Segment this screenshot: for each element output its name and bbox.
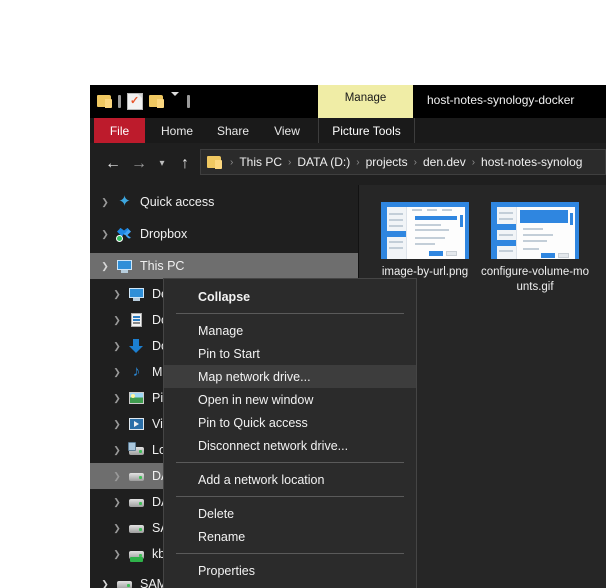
- context-menu-separator: [176, 462, 404, 463]
- tab-home[interactable]: Home: [152, 118, 202, 143]
- context-menu-item-disconnect-network-drive[interactable]: Disconnect network drive...: [164, 434, 416, 457]
- breadcrumb-item-this-pc[interactable]: This PC: [239, 155, 282, 169]
- chevron-right-icon[interactable]: ❯: [106, 523, 128, 534]
- locked-drive-icon: [128, 442, 145, 458]
- tab-picture-tools[interactable]: Picture Tools: [318, 118, 415, 143]
- tab-share[interactable]: Share: [208, 118, 258, 143]
- contextual-group-label: Manage: [344, 92, 387, 104]
- music-icon: ♪: [132, 363, 141, 380]
- back-button[interactable]: ←: [102, 153, 124, 175]
- recent-locations-button[interactable]: ▾: [151, 153, 173, 175]
- context-menu-item-collapse[interactable]: Collapse: [164, 285, 416, 308]
- drive-icon: [128, 468, 145, 484]
- qat-separator-1: [118, 94, 121, 108]
- star-icon: ✦: [118, 193, 131, 210]
- contextual-group-manage: Manage: [318, 85, 413, 118]
- breadcrumb-separator: ›: [471, 156, 476, 168]
- drive-icon: [128, 520, 145, 536]
- sidebar-item-quick-access[interactable]: ❯ ✦ Quick access: [90, 189, 358, 215]
- file-thumbnail: [381, 202, 469, 259]
- breadcrumb-item-data-d[interactable]: DATA (D:): [297, 155, 350, 169]
- thumbnail-preview: [387, 207, 465, 259]
- chevron-right-icon[interactable]: ❯: [106, 497, 128, 508]
- file-thumbnail: [491, 202, 579, 259]
- breadcrumb-item-current[interactable]: host-notes-synolog: [481, 155, 582, 169]
- chevron-right-icon[interactable]: ❯: [106, 419, 128, 430]
- chevron-right-icon[interactable]: ❯: [106, 549, 128, 560]
- pictures-icon: [128, 390, 145, 406]
- sidebar-item-label: Dropbox: [140, 227, 188, 241]
- downloads-icon: [128, 338, 145, 354]
- breadcrumb-item-den-dev[interactable]: den.dev: [423, 155, 466, 169]
- up-button[interactable]: ↑: [174, 153, 196, 175]
- file-item-configure-volume-mounts[interactable]: configure-volume-mounts.gif: [481, 202, 589, 295]
- tab-view[interactable]: View: [263, 118, 311, 143]
- chevron-down-icon: [170, 92, 179, 106]
- drive-icon: [128, 494, 145, 510]
- chevron-down-icon[interactable]: ❯: [94, 261, 116, 272]
- ribbon-tab-strip: File Home Share View Picture Tools: [90, 118, 606, 143]
- chevron-right-icon[interactable]: ❯: [106, 367, 128, 378]
- context-menu-separator: [176, 553, 404, 554]
- quick-access-toolbar: ✓: [97, 90, 196, 112]
- desktop-icon: [128, 286, 145, 302]
- address-folder-icon: [207, 155, 222, 169]
- drive-icon: [116, 576, 133, 588]
- explorer-folder-icon[interactable]: [97, 94, 112, 108]
- thumbnail-preview: [497, 207, 575, 259]
- qat-properties-check-icon: ✓: [130, 94, 140, 107]
- context-menu-separator: [176, 496, 404, 497]
- documents-icon: [128, 312, 145, 328]
- chevron-right-icon[interactable]: ❯: [94, 229, 116, 240]
- network-indicator-icon: [130, 557, 143, 562]
- qat-customize-icon[interactable]: [168, 92, 181, 108]
- chevron-right-icon[interactable]: ❯: [106, 471, 128, 482]
- context-menu-item-add-network-location[interactable]: Add a network location: [164, 468, 416, 491]
- window-title: host-notes-synology-docker: [427, 93, 575, 107]
- qat-properties-icon[interactable]: ✓: [127, 92, 143, 110]
- breadcrumb-item-projects[interactable]: projects: [366, 155, 408, 169]
- breadcrumb-separator: ›: [356, 156, 360, 168]
- monitor-icon: [116, 258, 133, 274]
- context-menu-item-pin-to-quick-access[interactable]: Pin to Quick access: [164, 411, 416, 434]
- breadcrumb-separator: ›: [413, 156, 417, 168]
- context-menu[interactable]: Collapse Manage Pin to Start Map network…: [163, 278, 417, 588]
- chevron-right-icon[interactable]: ❯: [106, 393, 128, 404]
- context-menu-item-pin-to-start[interactable]: Pin to Start: [164, 342, 416, 365]
- file-item-image-by-url[interactable]: image-by-url.png: [371, 202, 479, 280]
- tab-file[interactable]: File: [94, 118, 145, 143]
- network-drive-icon: [128, 546, 145, 562]
- forward-button[interactable]: →: [128, 153, 150, 175]
- chevron-right-icon[interactable]: ❯: [94, 197, 116, 208]
- lock-icon: [128, 442, 136, 451]
- address-bar-row: ← → ▾ ↑ › This PC › DATA (D:) › projects…: [90, 143, 606, 185]
- context-menu-item-delete[interactable]: Delete: [164, 502, 416, 525]
- file-name-label: configure-volume-mounts.gif: [481, 266, 590, 293]
- breadcrumb-separator: ›: [230, 156, 234, 168]
- breadcrumb-separator: ›: [288, 156, 292, 168]
- title-bar: ✓ Manage host-notes-synology-docker: [90, 85, 606, 118]
- chevron-down-icon[interactable]: ❯: [94, 579, 116, 588]
- context-menu-item-open-in-new-window[interactable]: Open in new window: [164, 388, 416, 411]
- context-menu-item-map-network-drive[interactable]: Map network drive...: [164, 365, 416, 388]
- screenshot-canvas: ✓ Manage host-notes-synology-docker File…: [0, 0, 606, 588]
- context-menu-item-rename[interactable]: Rename: [164, 525, 416, 548]
- sidebar-item-dropbox[interactable]: ❯ Dropbox: [90, 221, 358, 247]
- sidebar-item-label: This PC: [140, 259, 185, 273]
- videos-icon: [128, 416, 145, 432]
- chevron-right-icon[interactable]: ❯: [106, 341, 128, 352]
- context-menu-item-manage[interactable]: Manage: [164, 319, 416, 342]
- chevron-right-icon[interactable]: ❯: [106, 315, 128, 326]
- context-menu-item-properties[interactable]: Properties: [164, 559, 416, 582]
- qat-separator-2: [187, 94, 190, 108]
- sidebar-item-label: Quick access: [140, 195, 215, 209]
- chevron-right-icon[interactable]: ❯: [106, 445, 128, 456]
- dropbox-icon: [116, 226, 133, 242]
- qat-new-folder-icon[interactable]: [149, 94, 164, 108]
- breadcrumb-address-bar[interactable]: › This PC › DATA (D:) › projects › den.d…: [200, 149, 606, 175]
- sidebar-item-this-pc[interactable]: ❯ This PC: [90, 253, 358, 279]
- context-menu-separator: [176, 313, 404, 314]
- chevron-right-icon[interactable]: ❯: [106, 289, 128, 300]
